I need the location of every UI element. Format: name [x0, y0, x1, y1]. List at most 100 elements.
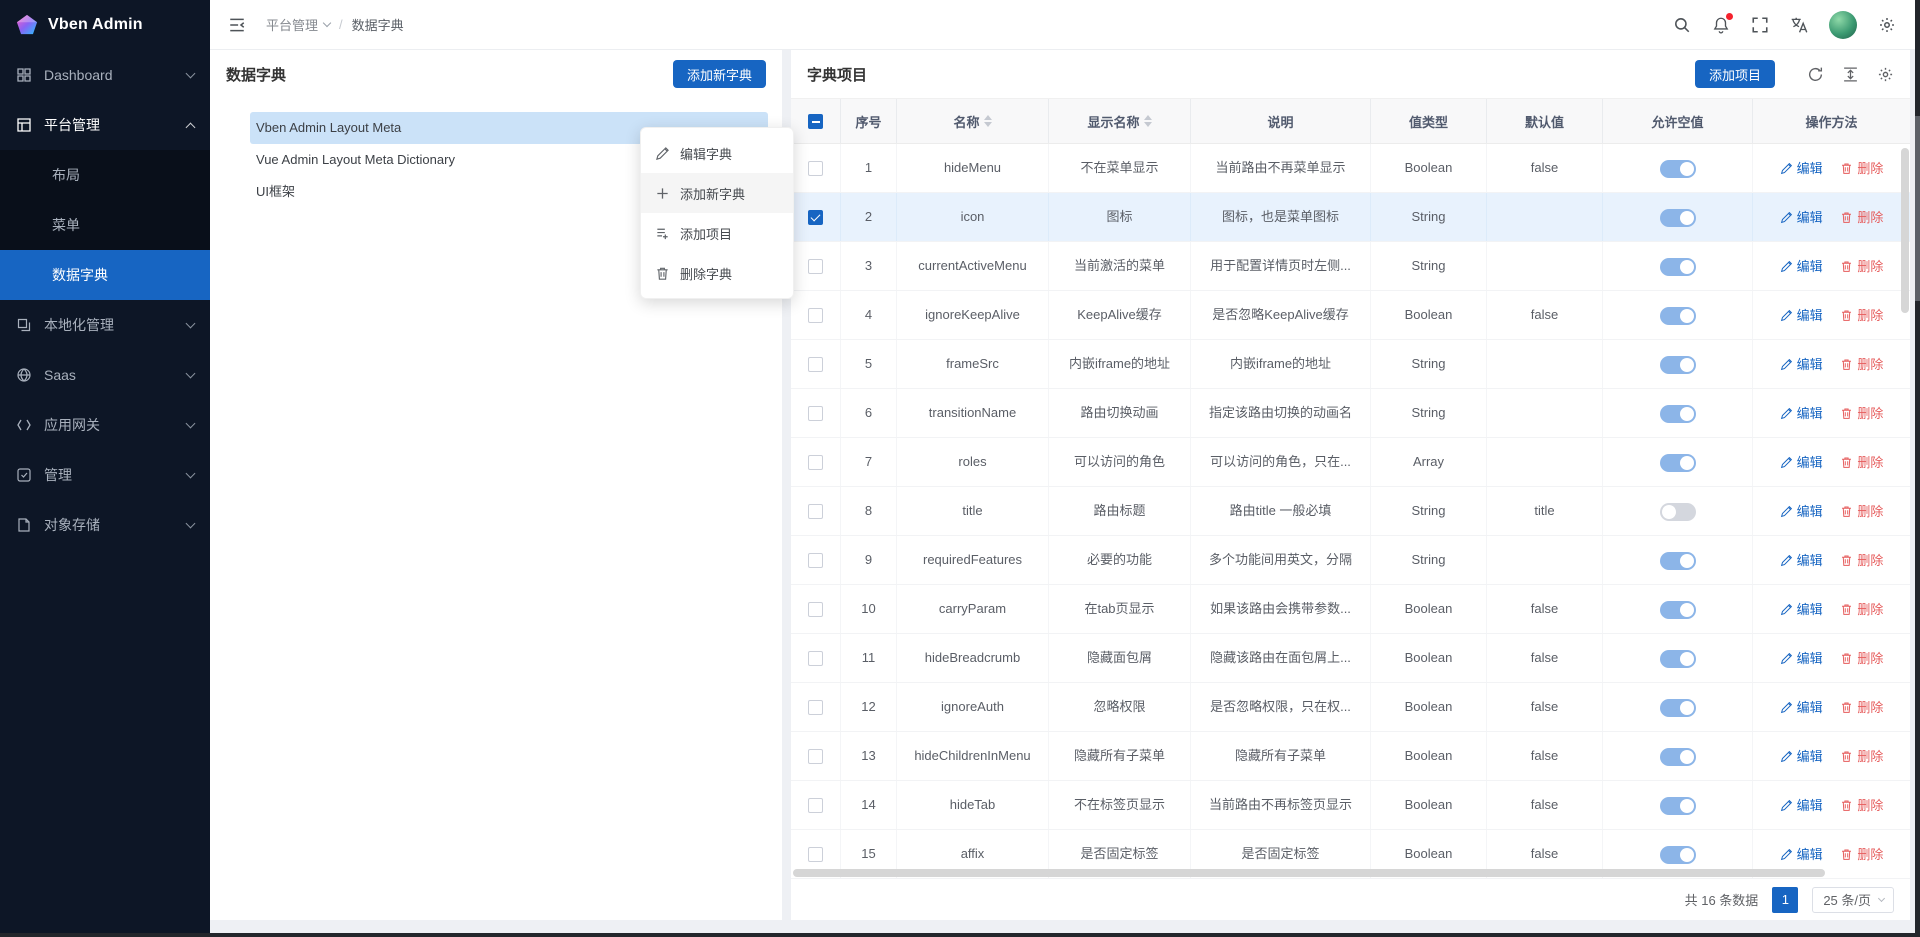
add-dictionary-button[interactable]: 添加新字典: [673, 60, 766, 88]
app-logo[interactable]: Vben Admin: [0, 0, 210, 50]
sidebar-item-localization[interactable]: 本地化管理: [0, 300, 210, 350]
allow-empty-toggle[interactable]: [1660, 454, 1696, 472]
edit-button[interactable]: 编辑: [1780, 243, 1823, 290]
context-menu-item-edit-dictionary[interactable]: 编辑字典: [641, 133, 793, 173]
sidebar-item-saas[interactable]: Saas: [0, 350, 210, 400]
delete-button[interactable]: 删除: [1840, 439, 1883, 486]
page-1-button[interactable]: 1: [1772, 887, 1798, 913]
row-checkbox[interactable]: [808, 553, 823, 568]
table-row[interactable]: 3 currentActiveMenu 当前激活的菜单 用于配置详情页时左侧..…: [791, 242, 1910, 291]
row-checkbox[interactable]: [808, 406, 823, 421]
table-row[interactable]: 6 transitionName 路由切换动画 指定该路由切换的动画名 Stri…: [791, 389, 1910, 438]
edit-button[interactable]: 编辑: [1780, 537, 1823, 584]
bell-icon[interactable]: [1712, 16, 1730, 34]
allow-empty-toggle[interactable]: [1660, 160, 1696, 178]
allow-empty-toggle[interactable]: [1660, 748, 1696, 766]
table-row[interactable]: 9 requiredFeatures 必要的功能 多个功能间用英文，分隔 Str…: [791, 536, 1910, 585]
fullscreen-icon[interactable]: [1751, 16, 1769, 34]
allow-empty-toggle[interactable]: [1660, 258, 1696, 276]
delete-button[interactable]: 删除: [1840, 390, 1883, 437]
edit-button[interactable]: 编辑: [1780, 488, 1823, 535]
table-row[interactable]: 10 carryParam 在tab页显示 如果该路由会携带参数... Bool…: [791, 585, 1910, 634]
breadcrumb-platform[interactable]: 平台管理: [266, 15, 330, 34]
table-row[interactable]: 14 hideTab 不在标签页显示 当前路由不再标签页显示 Boolean f…: [791, 781, 1910, 830]
select-all-checkbox[interactable]: [808, 114, 823, 129]
allow-empty-toggle[interactable]: [1660, 356, 1696, 374]
delete-button[interactable]: 删除: [1840, 635, 1883, 682]
translate-icon[interactable]: [1790, 16, 1808, 34]
row-height-icon[interactable]: [1842, 66, 1859, 83]
table-row[interactable]: 12 ignoreAuth 忽略权限 是否忽略权限，只在权... Boolean…: [791, 683, 1910, 732]
sidebar-item-platform[interactable]: 平台管理: [0, 100, 210, 150]
edit-button[interactable]: 编辑: [1780, 635, 1823, 682]
delete-button[interactable]: 删除: [1840, 341, 1883, 388]
context-menu-item-add-item[interactable]: 添加项目: [641, 213, 793, 253]
row-checkbox[interactable]: [808, 455, 823, 470]
allow-empty-toggle[interactable]: [1660, 650, 1696, 668]
sidebar-subitem-data-dictionary[interactable]: 数据字典: [0, 250, 210, 300]
add-item-button[interactable]: 添加项目: [1695, 60, 1775, 88]
allow-empty-toggle[interactable]: [1660, 307, 1696, 325]
table-row[interactable]: 1 hideMenu 不在菜单显示 当前路由不再菜单显示 Boolean fal…: [791, 144, 1910, 193]
allow-empty-toggle[interactable]: [1660, 797, 1696, 815]
delete-button[interactable]: 删除: [1840, 194, 1883, 241]
refresh-icon[interactable]: [1807, 66, 1824, 83]
sidebar-item-manage[interactable]: 管理: [0, 450, 210, 500]
table-row[interactable]: 8 title 路由标题 路由title 一般必填 String title 编…: [791, 487, 1910, 536]
delete-button[interactable]: 删除: [1840, 537, 1883, 584]
row-checkbox[interactable]: [808, 259, 823, 274]
delete-button[interactable]: 删除: [1840, 782, 1883, 829]
table-row[interactable]: 5 frameSrc 内嵌iframe的地址 内嵌iframe的地址 Strin…: [791, 340, 1910, 389]
sort-icon[interactable]: [984, 115, 992, 127]
allow-empty-toggle[interactable]: [1660, 552, 1696, 570]
allow-empty-toggle[interactable]: [1660, 601, 1696, 619]
delete-button[interactable]: 删除: [1840, 243, 1883, 290]
sidebar-subitem-menu[interactable]: 菜单: [0, 200, 210, 250]
col-name[interactable]: 名称: [897, 99, 1049, 143]
sidebar-subitem-layout[interactable]: 布局: [0, 150, 210, 200]
row-checkbox[interactable]: [808, 847, 823, 862]
edit-button[interactable]: 编辑: [1780, 390, 1823, 437]
delete-button[interactable]: 删除: [1840, 292, 1883, 339]
allow-empty-toggle[interactable]: [1660, 209, 1696, 227]
edit-button[interactable]: 编辑: [1780, 194, 1823, 241]
table-row[interactable]: 2 icon 图标 图标，也是菜单图标 String 编辑 删除: [791, 193, 1910, 242]
gear-icon[interactable]: [1878, 16, 1896, 34]
sidebar-item-object-storage[interactable]: 对象存储: [0, 500, 210, 550]
edit-button[interactable]: 编辑: [1780, 439, 1823, 486]
vertical-scrollbar[interactable]: [1901, 148, 1909, 313]
delete-button[interactable]: 删除: [1840, 488, 1883, 535]
delete-button[interactable]: 删除: [1840, 733, 1883, 780]
edit-button[interactable]: 编辑: [1780, 733, 1823, 780]
delete-button[interactable]: 删除: [1840, 831, 1883, 878]
allow-empty-toggle[interactable]: [1660, 846, 1696, 864]
table-row[interactable]: 13 hideChildrenInMenu 隐藏所有子菜单 隐藏所有子菜单 Bo…: [791, 732, 1910, 781]
sort-icon[interactable]: [1144, 115, 1152, 127]
browser-scrollbar-thumb[interactable]: [1915, 116, 1920, 301]
table-row[interactable]: 11 hideBreadcrumb 隐藏面包屑 隐藏该路由在面包屑上... Bo…: [791, 634, 1910, 683]
row-checkbox[interactable]: [808, 798, 823, 813]
row-checkbox[interactable]: [808, 210, 823, 225]
allow-empty-toggle[interactable]: [1660, 503, 1696, 521]
edit-button[interactable]: 编辑: [1780, 292, 1823, 339]
horizontal-scrollbar[interactable]: [793, 869, 1825, 877]
search-icon[interactable]: [1673, 16, 1691, 34]
edit-button[interactable]: 编辑: [1780, 586, 1823, 633]
delete-button[interactable]: 删除: [1840, 586, 1883, 633]
context-menu-item-add-dictionary[interactable]: 添加新字典: [641, 173, 793, 213]
allow-empty-toggle[interactable]: [1660, 405, 1696, 423]
col-display-name[interactable]: 显示名称: [1049, 99, 1191, 143]
sidebar-item-gateway[interactable]: 应用网关: [0, 400, 210, 450]
delete-button[interactable]: 删除: [1840, 684, 1883, 731]
sidebar-item-dashboard[interactable]: Dashboard: [0, 50, 210, 100]
edit-button[interactable]: 编辑: [1780, 782, 1823, 829]
row-checkbox[interactable]: [808, 700, 823, 715]
context-menu-item-delete-dictionary[interactable]: 删除字典: [641, 253, 793, 293]
row-checkbox[interactable]: [808, 357, 823, 372]
avatar[interactable]: [1829, 11, 1857, 39]
edit-button[interactable]: 编辑: [1780, 145, 1823, 192]
row-checkbox[interactable]: [808, 651, 823, 666]
gear-icon[interactable]: [1877, 66, 1894, 83]
row-checkbox[interactable]: [808, 749, 823, 764]
edit-button[interactable]: 编辑: [1780, 684, 1823, 731]
